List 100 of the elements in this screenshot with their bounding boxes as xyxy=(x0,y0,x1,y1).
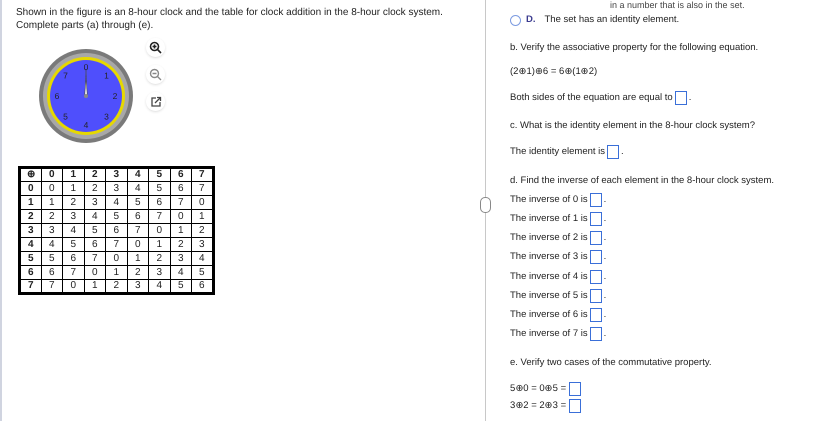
answer-box[interactable] xyxy=(674,91,687,106)
table-cell: 0 xyxy=(106,252,127,266)
column-header: 0 xyxy=(41,168,62,182)
table-cell: 7 xyxy=(170,196,192,210)
splitter-handle[interactable] xyxy=(480,197,491,213)
table-cell: 4 xyxy=(170,266,192,280)
answer-box[interactable] xyxy=(590,192,602,207)
table-cell: 0 xyxy=(127,238,148,252)
table-cell: 4 xyxy=(62,224,84,238)
table-cell: 6 xyxy=(62,252,84,266)
table-cell: 2 xyxy=(84,182,106,196)
table-cell: 6 xyxy=(170,182,192,196)
clock-number: 3 xyxy=(104,112,109,122)
table-cell: 3 xyxy=(148,266,170,280)
table-cell: 6 xyxy=(84,238,106,252)
table-cell: 4 xyxy=(106,196,127,210)
clock-number: 6 xyxy=(54,91,60,101)
answer-box[interactable] xyxy=(590,327,602,342)
column-header: 4 xyxy=(127,168,148,182)
answer-box[interactable] xyxy=(590,250,602,264)
period-text: . xyxy=(688,91,692,105)
table-cell: 1 xyxy=(170,224,192,238)
table-cell: 3 xyxy=(84,196,106,210)
table-cell: 6 xyxy=(41,266,62,280)
prompt-text: The inverse of 6 is xyxy=(510,308,588,322)
radio-button[interactable] xyxy=(510,14,521,26)
zoom-out-icon[interactable] xyxy=(146,65,165,84)
answer-box[interactable] xyxy=(569,398,582,413)
prompt-text: The inverse of 3 is xyxy=(510,250,588,264)
table-cell: 0 xyxy=(148,224,170,238)
table-cell: 2 xyxy=(170,238,192,252)
zoom-in-icon[interactable] xyxy=(146,38,165,57)
table-cell: 1 xyxy=(62,182,84,196)
table-cell: 2 xyxy=(127,266,148,280)
answer-box[interactable] xyxy=(590,270,602,284)
answer-box[interactable] xyxy=(590,308,602,322)
row-header: 0 xyxy=(20,182,41,196)
period-text: . xyxy=(604,192,606,206)
answer-box[interactable] xyxy=(590,212,602,226)
column-header: 2 xyxy=(84,168,106,182)
row-header: 2 xyxy=(20,210,41,224)
question-text: d. Find the inverse of each element in the 8-hour clock system. xyxy=(510,174,774,188)
question-text: Complete parts (a) through (e). xyxy=(16,19,154,32)
prompt-text: The inverse of 0 is xyxy=(510,192,588,206)
period-text: . xyxy=(604,250,606,264)
equation-text: 3⊕2 = 2⊕3 = xyxy=(510,398,566,413)
table-cell: 6 xyxy=(127,210,148,224)
operator-symbol: ⊕ xyxy=(20,168,41,182)
clock-number: 7 xyxy=(63,70,68,80)
clock-number: 0 xyxy=(84,62,88,72)
table-cell: 3 xyxy=(170,252,192,266)
option-letter: D. xyxy=(526,12,536,27)
answer-box[interactable] xyxy=(590,288,602,303)
table-cell: 4 xyxy=(192,252,213,266)
table-cell: 0 xyxy=(41,182,62,196)
prompt-text: The inverse of 7 is xyxy=(510,327,588,342)
table-cell: 1 xyxy=(148,238,170,252)
column-header: 5 xyxy=(148,168,170,182)
prompt-text: The inverse of 2 is xyxy=(510,231,588,245)
table-cell: 5 xyxy=(192,266,213,280)
table-cell: 0 xyxy=(170,210,192,224)
table-cell: 1 xyxy=(41,196,62,210)
row-header: 1 xyxy=(20,196,41,210)
row-header: 4 xyxy=(20,238,41,252)
table-cell: 3 xyxy=(41,224,62,238)
table-cell: 5 xyxy=(62,238,84,252)
table-cell: 4 xyxy=(84,210,106,224)
period-text: . xyxy=(604,327,606,342)
table-cell: 2 xyxy=(148,252,170,266)
table-cell: 1 xyxy=(127,252,148,266)
table-cell: 4 xyxy=(41,238,62,252)
table-cell: 7 xyxy=(148,210,170,224)
prompt-text: The inverse of 4 is xyxy=(510,270,588,284)
table-cell: 5 xyxy=(148,182,170,196)
answer-box[interactable] xyxy=(607,145,620,160)
row-header: 3 xyxy=(20,224,41,238)
equation-text: 5⊕0 = 0⊕5 = xyxy=(510,382,566,396)
table-cell: 5 xyxy=(41,252,62,266)
cut-off-text: in a number that is also in the set. xyxy=(610,0,745,11)
table-cell: 6 xyxy=(106,224,127,238)
period-text: . xyxy=(621,145,624,160)
column-header: 1 xyxy=(62,168,84,182)
answer-box[interactable] xyxy=(590,231,602,246)
row-header: 6 xyxy=(20,266,41,280)
open-external-icon[interactable] xyxy=(146,92,165,111)
table-cell: 4 xyxy=(127,182,148,196)
table-cell: 1 xyxy=(106,266,127,280)
period-text: . xyxy=(604,231,606,245)
answer-box[interactable] xyxy=(569,382,582,396)
column-header: 6 xyxy=(170,168,192,182)
column-header: 7 xyxy=(192,168,213,182)
table-cell: 3 xyxy=(192,238,213,252)
table-cell: 2 xyxy=(192,224,213,238)
clock-number: 1 xyxy=(104,70,109,80)
table-cell: 7 xyxy=(62,266,84,280)
table-cell: 2 xyxy=(41,210,62,224)
table-cell: 2 xyxy=(62,196,84,210)
row-header: 5 xyxy=(20,252,41,266)
table-cell: 7 xyxy=(106,238,127,252)
question-text: e. Verify two cases of the commutative property. xyxy=(510,356,713,370)
